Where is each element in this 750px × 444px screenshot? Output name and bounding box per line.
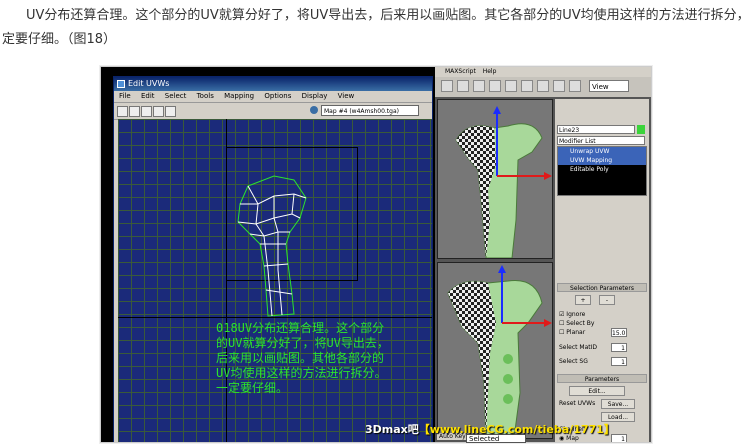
menu-view[interactable]: View: [338, 92, 355, 100]
menu-maxscript[interactable]: MAXScript: [445, 68, 476, 75]
select-sg-label: Select SG: [559, 358, 588, 365]
menu-file[interactable]: File: [119, 92, 131, 100]
max-menubar: MAXScript Help: [435, 67, 651, 77]
article-text: UV分布还算合理。这个部分的UV就算分好了，将UV导出去，后来用以画贴图。其它各…: [0, 4, 750, 52]
tool-icon[interactable]: [569, 80, 581, 92]
stack-item-uvw-mapping[interactable]: UVW Mapping: [558, 156, 646, 165]
planar-spinner[interactable]: 15.0: [611, 328, 627, 337]
tool-icon[interactable]: [457, 80, 469, 92]
tool-icon[interactable]: [505, 80, 517, 92]
tool-icon[interactable]: [521, 80, 533, 92]
article-line-1: UV分布还算合理。这个部分的UV就算分好了，将UV导出去，后来用以画贴图。其它各…: [26, 8, 750, 23]
shrink-button[interactable]: -: [599, 295, 615, 305]
viewport-top[interactable]: [437, 99, 553, 259]
edit-button[interactable]: Edit...: [569, 386, 625, 396]
model-preview-1: [455, 106, 552, 259]
select-by-label: Select By: [566, 320, 595, 327]
stack-item-unwrap[interactable]: Unwrap UVW: [558, 147, 646, 156]
uv-editor-canvas[interactable]: 018UV分布还算合理。这个部分 的UV就算分好了，将UV导出去， 后来用以画贴…: [118, 119, 432, 442]
freeform-tool-icon[interactable]: [153, 106, 164, 117]
select-matid-label: Select MatID: [559, 344, 598, 351]
parameters-rollout[interactable]: Parameters: [557, 374, 647, 383]
object-color-swatch[interactable]: [637, 125, 645, 134]
stack-item-editable-poly[interactable]: Editable Poly: [558, 165, 646, 174]
tool-icon[interactable]: [553, 80, 565, 92]
article-line-2: 定要仔细。（图18）: [2, 32, 117, 47]
modifier-stack: Unwrap UVW UVW Mapping Editable Poly: [557, 146, 647, 196]
menu-edit[interactable]: Edit: [141, 92, 155, 100]
view-dropdown[interactable]: View: [589, 80, 629, 92]
tool-icon[interactable]: [441, 80, 453, 92]
ignore-label: Ignore: [566, 311, 586, 318]
edit-uvws-window: Edit UVWs File Edit Select Tools Mapping…: [113, 76, 433, 442]
max-toolbar: View: [435, 77, 651, 97]
texture-icon: [310, 106, 318, 114]
uv-island-shape[interactable]: [234, 174, 314, 324]
object-name-field[interactable]: Line23: [557, 125, 635, 134]
viewport-perspective[interactable]: [437, 262, 553, 439]
uv-annotation-text: 018UV分布还算合理。这个部分 的UV就算分好了，将UV导出去， 后来用以画贴…: [216, 321, 389, 395]
mirror-tool-icon[interactable]: [165, 106, 176, 117]
reset-uvws-label[interactable]: Reset UVWs: [559, 399, 595, 408]
menu-mapping[interactable]: Mapping: [224, 92, 254, 100]
model-preview-2: [447, 265, 552, 439]
max-main-window: MAXScript Help View Line23 Modifier List…: [435, 67, 651, 442]
watermark: 3Dmax吧【www.lineCG.com/tieba/1771】: [365, 421, 615, 437]
uvw-menubar: File Edit Select Tools Mapping Options D…: [114, 91, 432, 103]
rotate-tool-icon[interactable]: [129, 106, 140, 117]
screenshot-figure: Edit UVWs File Edit Select Tools Mapping…: [100, 66, 652, 443]
command-panel: Line23 Modifier List Unwrap UVW UVW Mapp…: [555, 99, 649, 442]
uvw-toolbar: Map #4 (w4Amsh00.tga): [114, 103, 432, 120]
menu-display[interactable]: Display: [302, 92, 328, 100]
move-tool-icon[interactable]: [117, 106, 128, 117]
map-dropdown[interactable]: Map #4 (w4Amsh00.tga): [321, 105, 419, 116]
planar-checkbox[interactable]: ☐ Planar: [559, 328, 585, 337]
save-button[interactable]: Save...: [601, 399, 635, 409]
modifier-list-dropdown[interactable]: Modifier List: [557, 136, 645, 145]
matid-spinner[interactable]: 1: [611, 343, 627, 352]
tool-icon[interactable]: [473, 80, 485, 92]
tool-icon[interactable]: [489, 80, 501, 92]
uvw-title: Edit UVWs: [128, 79, 170, 88]
watermark-url: 【www.lineCG.com/tieba/1771】: [418, 423, 615, 436]
menu-tools[interactable]: Tools: [197, 92, 214, 100]
scale-tool-icon[interactable]: [141, 106, 152, 117]
planar-label: Planar: [566, 329, 586, 336]
selection-params-rollout[interactable]: Selection Parameters: [557, 283, 647, 292]
grow-button[interactable]: +: [575, 295, 591, 305]
menu-help[interactable]: Help: [483, 68, 497, 75]
tool-icon[interactable]: [537, 80, 549, 92]
app-icon: [117, 80, 125, 88]
uvw-title-bar: Edit UVWs: [114, 77, 432, 91]
menu-select[interactable]: Select: [165, 92, 187, 100]
sg-spinner[interactable]: 1: [611, 357, 627, 366]
ignore-checkbox[interactable]: ☑ Ignore: [559, 310, 585, 319]
menu-options[interactable]: Options: [264, 92, 291, 100]
watermark-brand: 3Dmax吧: [365, 423, 419, 436]
select-by-checkbox[interactable]: ☐ Select By: [559, 319, 594, 328]
